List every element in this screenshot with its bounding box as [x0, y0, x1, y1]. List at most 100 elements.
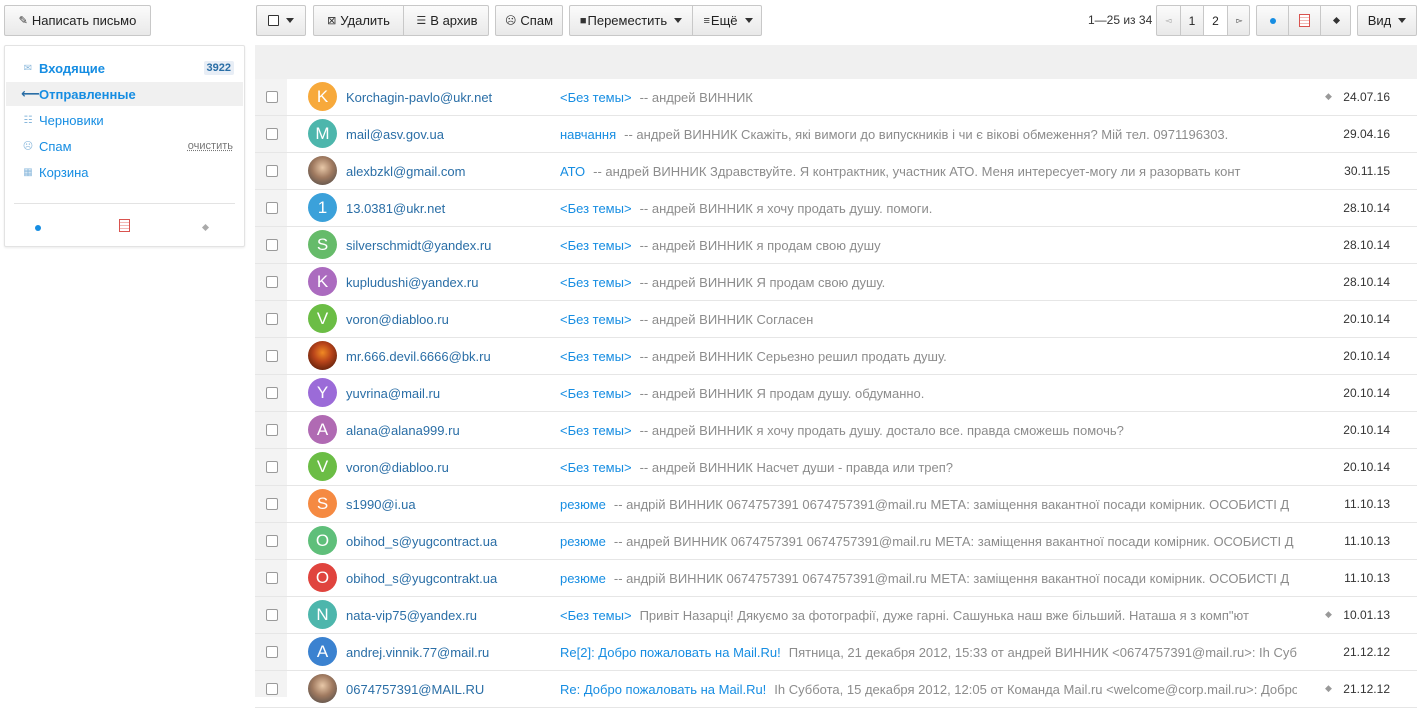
message-row[interactable]: O obihod_s@yugcontrakt.ua резюме -- андрі… — [255, 560, 1417, 597]
archive-button[interactable]: ☰ В архив — [404, 6, 490, 35]
message-checkbox[interactable] — [266, 165, 278, 177]
message-row[interactable]: A andrej.vinnik.77@mail.ru Re[2]: Добро … — [255, 634, 1417, 671]
message-row[interactable]: K kupludushi@yandex.ru <Без темы> -- андр… — [255, 264, 1417, 301]
message-row[interactable]: 0674757391@MAIL.RU Re: Добро пожаловать … — [255, 671, 1417, 708]
message-subject-line[interactable]: навчання -- андрей ВИННИК Скажіть, які ви… — [560, 127, 1297, 142]
sidebar-item-trash[interactable]: ▦ Корзина — [6, 160, 243, 184]
message-checkbox[interactable] — [266, 609, 278, 621]
message-checkbox[interactable] — [266, 387, 278, 399]
message-sender[interactable]: voron@diabloo.ru — [346, 312, 449, 327]
message-sender[interactable]: kupludushi@yandex.ru — [346, 275, 478, 290]
message-subject-line[interactable]: <Без темы> -- андрей ВИННИК я продам свою… — [560, 238, 1297, 253]
message-subject-line[interactable]: АТО -- андрей ВИННИК Здравствуйте. Я конт… — [560, 164, 1297, 179]
message-row[interactable]: mr.666.devil.6666@bk.ru <Без темы> -- анд… — [255, 338, 1417, 375]
compose-button[interactable]: ✎ Написать письмо — [4, 5, 151, 36]
message-row[interactable]: alexbzkl@gmail.com АТО -- андрей ВИННИК З… — [255, 153, 1417, 190]
page-2-button[interactable]: 2 — [1204, 6, 1227, 35]
flag-icon[interactable]: ◆ — [1325, 683, 1332, 694]
page-1-button[interactable]: 1 — [1181, 6, 1203, 35]
message-subject-line[interactable]: <Без темы> -- андрей ВИННИК Я продам свою… — [560, 275, 1297, 290]
message-subject-line[interactable]: резюме -- андрій ВИННИК 0674757391 067475… — [560, 571, 1297, 586]
message-subject-line[interactable]: Re: Добро пожаловать на Mail.Ru! Ih Суббо… — [560, 682, 1297, 697]
flag-icon[interactable] — [201, 223, 210, 232]
message-subject-line[interactable]: <Без темы> -- андрей ВИННИК Согласен — [560, 312, 1297, 327]
message-checkbox[interactable] — [266, 128, 278, 140]
message-checkbox[interactable] — [266, 683, 278, 695]
unread-dot-icon[interactable] — [35, 225, 41, 231]
message-checkbox[interactable] — [266, 313, 278, 325]
message-checkbox[interactable] — [266, 498, 278, 510]
message-checkbox[interactable] — [266, 350, 278, 362]
message-row[interactable]: O obihod_s@yugcontract.ua резюме -- андре… — [255, 523, 1417, 560]
message-row[interactable]: A alana@alana999.ru <Без темы> -- андрей … — [255, 412, 1417, 449]
message-subject-line[interactable]: <Без темы> -- андрей ВИННИК Серьезно реши… — [560, 349, 1297, 364]
message-subject-line[interactable]: <Без темы> Привіт Назарці! Дякуємо за фот… — [560, 608, 1297, 623]
calendar-icon[interactable] — [119, 219, 130, 232]
flag-icon[interactable]: ◆ — [1325, 609, 1332, 620]
message-row[interactable]: 1 13.0381@ukr.net <Без темы> -- андрей ВИ… — [255, 190, 1417, 227]
message-sender[interactable]: s1990@i.ua — [346, 497, 416, 512]
avatar: M — [308, 119, 337, 148]
message-subject: Re[2]: Добро пожаловать на Mail.Ru! — [560, 645, 781, 660]
message-sender[interactable]: silverschmidt@yandex.ru — [346, 238, 491, 253]
message-checkbox[interactable] — [266, 202, 278, 214]
delete-button[interactable]: ⊠ Удалить — [314, 6, 403, 35]
message-subject-line[interactable]: <Без темы> -- андрей ВИННИК — [560, 90, 1297, 105]
sidebar-item-spam[interactable]: ☹ Спам очистить — [6, 134, 243, 158]
flag-icon[interactable]: ◆ — [1325, 91, 1332, 102]
message-sender[interactable]: mr.666.devil.6666@bk.ru — [346, 349, 491, 364]
sidebar-item-drafts[interactable]: ☷ Черновики — [6, 108, 243, 132]
view-button[interactable]: Вид — [1357, 5, 1417, 36]
message-sender[interactable]: yuvrina@mail.ru — [346, 386, 440, 401]
filter-flagged-button[interactable] — [1321, 6, 1352, 35]
message-checkbox[interactable] — [266, 91, 278, 103]
message-sender[interactable]: alexbzkl@gmail.com — [346, 164, 465, 179]
compose-label: Написать письмо — [31, 13, 137, 28]
spam-button[interactable]: ☹ Спам — [495, 5, 563, 36]
message-snippet: Ih Суббота, 15 декабря 2012, 12:05 от Ко… — [774, 682, 1297, 697]
message-sender[interactable]: 0674757391@MAIL.RU — [346, 682, 484, 697]
message-subject-line[interactable]: Re[2]: Добро пожаловать на Mail.Ru! Пятни… — [560, 645, 1297, 660]
message-sender[interactable]: andrej.vinnik.77@mail.ru — [346, 645, 489, 660]
message-checkbox[interactable] — [266, 572, 278, 584]
more-button[interactable]: ≡ Ещё — [693, 6, 763, 35]
message-row[interactable]: V voron@diabloo.ru <Без темы> -- андрей В… — [255, 301, 1417, 338]
message-checkbox[interactable] — [266, 276, 278, 288]
message-row[interactable]: S s1990@i.ua резюме -- андрій ВИННИК 0674… — [255, 486, 1417, 523]
message-checkbox[interactable] — [266, 535, 278, 547]
message-sender[interactable]: obihod_s@yugcontrakt.ua — [346, 571, 497, 586]
message-sender[interactable]: obihod_s@yugcontract.ua — [346, 534, 497, 549]
select-all-button[interactable] — [256, 5, 306, 36]
message-sender[interactable]: 13.0381@ukr.net — [346, 201, 445, 216]
message-row[interactable]: V voron@diabloo.ru <Без темы> -- андрей В… — [255, 449, 1417, 486]
message-sender[interactable]: voron@diabloo.ru — [346, 460, 449, 475]
avatar: O — [308, 526, 337, 555]
message-sender[interactable]: Korchagin-pavlo@ukr.net — [346, 90, 492, 105]
message-subject-line[interactable]: <Без темы> -- андрей ВИННИК я хочу продат… — [560, 201, 1297, 216]
message-checkbox[interactable] — [266, 424, 278, 436]
message-subject-line[interactable]: <Без темы> -- андрей ВИННИК я хочу продат… — [560, 423, 1297, 438]
message-sender[interactable]: mail@asv.gov.ua — [346, 127, 444, 142]
message-row[interactable]: N nata-vip75@yandex.ru <Без темы> Привіт … — [255, 597, 1417, 634]
message-subject-line[interactable]: резюме -- андрій ВИННИК 0674757391 067475… — [560, 497, 1297, 512]
prev-page-button[interactable]: ◅ — [1157, 6, 1180, 35]
filter-unread-button[interactable] — [1257, 6, 1288, 35]
message-sender[interactable]: nata-vip75@yandex.ru — [346, 608, 477, 623]
message-sender[interactable]: alana@alana999.ru — [346, 423, 460, 438]
message-checkbox[interactable] — [266, 646, 278, 658]
message-checkbox[interactable] — [266, 461, 278, 473]
filter-attachments-button[interactable] — [1289, 6, 1320, 35]
message-subject-line[interactable]: резюме -- андрей ВИННИК 0674757391 067475… — [560, 534, 1297, 549]
sidebar-item-sent[interactable]: ⟵ Отправленные — [6, 82, 243, 106]
message-subject-line[interactable]: <Без темы> -- андрей ВИННИК Насчет души -… — [560, 460, 1297, 475]
message-checkbox[interactable] — [266, 239, 278, 251]
move-button[interactable]: ■ Переместить — [570, 6, 692, 35]
message-row[interactable]: Y yuvrina@mail.ru <Без темы> -- андрей ВИ… — [255, 375, 1417, 412]
sidebar-item-inbox[interactable]: ✉ Входящие 3922 — [6, 56, 243, 80]
message-subject-line[interactable]: <Без темы> -- андрей ВИННИК Я продам душу… — [560, 386, 1297, 401]
message-row[interactable]: S silverschmidt@yandex.ru <Без темы> -- а… — [255, 227, 1417, 264]
message-row[interactable]: M mail@asv.gov.ua навчання -- андрей ВИНН… — [255, 116, 1417, 153]
clear-spam-link[interactable]: очистить — [188, 140, 233, 152]
message-row[interactable]: K Korchagin-pavlo@ukr.net <Без темы> -- а… — [255, 79, 1417, 116]
next-page-button[interactable]: ▻ — [1228, 6, 1251, 35]
